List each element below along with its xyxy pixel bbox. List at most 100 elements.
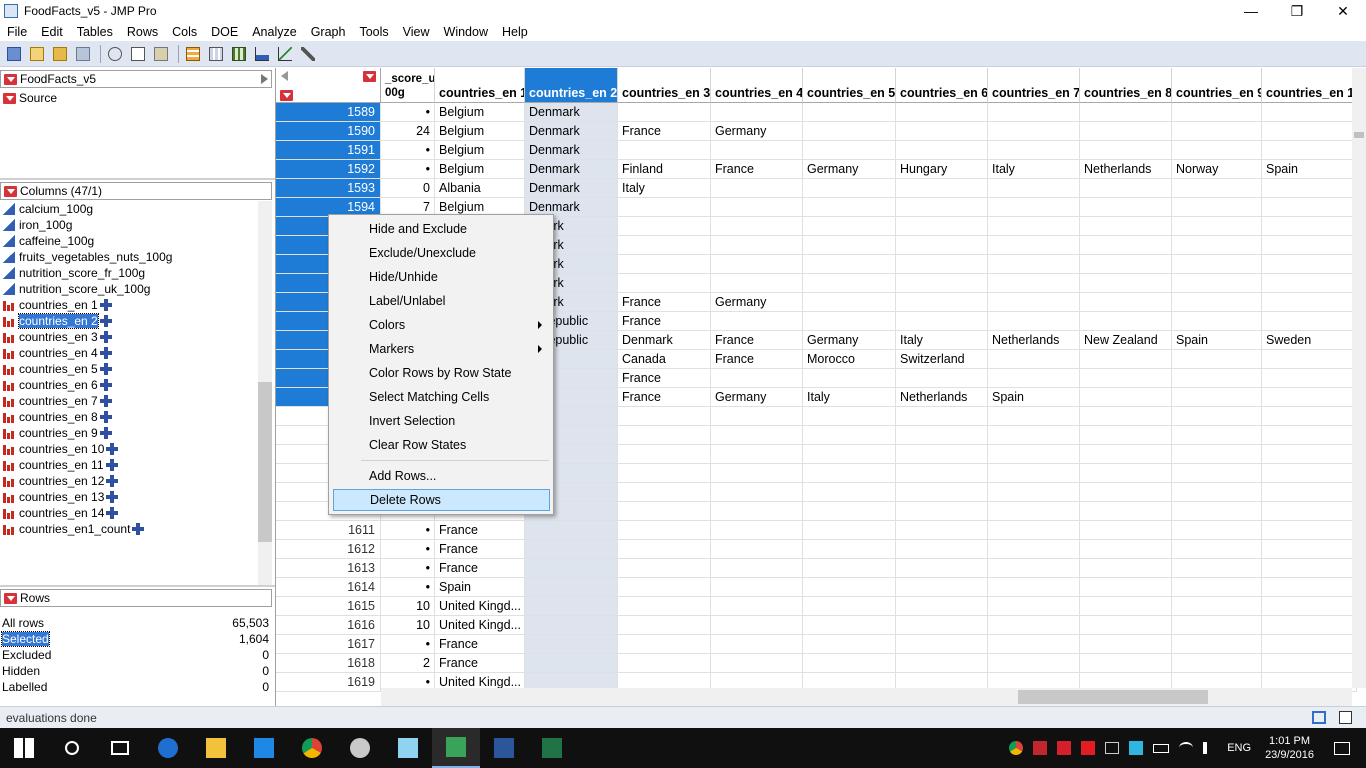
column-item[interactable]: countries_en 9	[0, 425, 258, 441]
table-cell[interactable]	[1262, 255, 1357, 274]
table-cell[interactable]: Belgium	[435, 141, 525, 160]
table-cell[interactable]: France	[618, 312, 711, 331]
table-cell[interactable]: •	[381, 540, 435, 559]
table-cell[interactable]: 24	[381, 122, 435, 141]
table-cell[interactable]	[618, 616, 711, 635]
table-cell[interactable]	[1262, 274, 1357, 293]
column-item[interactable]: iron_100g	[0, 217, 258, 233]
table-cell[interactable]: Denmark	[525, 160, 618, 179]
table-cell[interactable]	[1262, 407, 1357, 426]
left-arrow-icon[interactable]	[281, 71, 288, 81]
menu-cols[interactable]: Cols	[165, 25, 204, 39]
table-cell[interactable]	[1262, 179, 1357, 198]
table-cell[interactable]	[1080, 464, 1172, 483]
table-cell[interactable]	[988, 445, 1080, 464]
table-cell[interactable]	[1172, 635, 1262, 654]
menu-file[interactable]: File	[0, 25, 34, 39]
clock[interactable]: 1:01 PM 23/9/2016	[1265, 734, 1314, 762]
scrollbar-thumb[interactable]	[258, 382, 272, 542]
table-cell[interactable]	[711, 426, 803, 445]
table-panel-header[interactable]: FoodFacts_v5	[0, 70, 272, 88]
table-cell[interactable]: 10	[381, 597, 435, 616]
column-property-icon[interactable]	[99, 347, 112, 359]
table-cell[interactable]	[1172, 350, 1262, 369]
table-row[interactable]: 1614 • Spain	[276, 578, 1366, 597]
table-cell[interactable]	[1262, 426, 1357, 445]
table-cell[interactable]	[803, 274, 896, 293]
table-cell[interactable]	[1080, 198, 1172, 217]
context-menu-item[interactable]: Markers	[333, 338, 550, 360]
table-cell[interactable]	[618, 559, 711, 578]
table-cell[interactable]: France	[618, 122, 711, 141]
context-menu-item[interactable]: Select Matching Cells	[333, 386, 550, 408]
context-menu-item[interactable]: Hide/Unhide	[333, 266, 550, 288]
table-cell[interactable]	[803, 141, 896, 160]
table-cell[interactable]	[1080, 445, 1172, 464]
table-cell[interactable]: France	[711, 160, 803, 179]
table-cell[interactable]: France	[435, 635, 525, 654]
table-cell[interactable]	[1262, 483, 1357, 502]
table-cell[interactable]	[1262, 312, 1357, 331]
table-cell[interactable]	[1080, 635, 1172, 654]
table-cell[interactable]	[618, 141, 711, 160]
table-cell[interactable]	[803, 293, 896, 312]
minimize-button[interactable]: —	[1228, 0, 1274, 22]
table-cell[interactable]	[1080, 407, 1172, 426]
table-cell[interactable]	[988, 521, 1080, 540]
table-cell[interactable]	[711, 445, 803, 464]
table-cell[interactable]	[988, 312, 1080, 331]
menu-view[interactable]: View	[396, 25, 437, 39]
table-cell[interactable]	[988, 274, 1080, 293]
wifi-icon[interactable]	[1179, 742, 1194, 754]
table-cell[interactable]	[988, 103, 1080, 122]
column-header[interactable]: countries_en 3	[618, 68, 711, 103]
table-cell[interactable]	[1262, 141, 1357, 160]
column-header[interactable]: countries_en 1	[435, 68, 525, 103]
rows-summary-item[interactable]: Labelled 0	[0, 679, 272, 695]
table-cell[interactable]	[803, 445, 896, 464]
menu-doe[interactable]: DOE	[204, 25, 245, 39]
table-cell[interactable]: Germany	[803, 160, 896, 179]
table-cell[interactable]	[896, 122, 988, 141]
table-cell[interactable]	[896, 635, 988, 654]
table-cell[interactable]	[711, 540, 803, 559]
table-cell[interactable]	[711, 236, 803, 255]
table-cell[interactable]	[618, 635, 711, 654]
file-explorer-icon[interactable]	[192, 728, 240, 768]
table-cell[interactable]: •	[381, 103, 435, 122]
table-cell[interactable]	[711, 369, 803, 388]
cut-icon[interactable]	[105, 44, 125, 64]
row-number[interactable]: 1613	[276, 559, 381, 578]
table-cell[interactable]	[1172, 255, 1262, 274]
table-cell[interactable]	[1172, 312, 1262, 331]
rows-summary-item[interactable]: All rows 65,503	[0, 615, 272, 631]
maximize-button[interactable]: ❐	[1274, 0, 1320, 22]
column-property-icon[interactable]	[106, 507, 119, 519]
table-cell[interactable]	[1080, 369, 1172, 388]
column-property-icon[interactable]	[99, 379, 112, 391]
column-item[interactable]: caffeine_100g	[0, 233, 258, 249]
table-cell[interactable]	[1172, 274, 1262, 293]
table-cell[interactable]: Germany	[711, 293, 803, 312]
table-cell[interactable]	[1080, 521, 1172, 540]
column-header[interactable]: countries_en 5	[803, 68, 896, 103]
row-number[interactable]: 1593	[276, 179, 381, 198]
table-cell[interactable]: France	[435, 654, 525, 673]
column-header[interactable]: countries_en 7	[988, 68, 1080, 103]
search-icon[interactable]	[48, 728, 96, 768]
table-cell[interactable]: •	[381, 578, 435, 597]
row-number[interactable]: 1592	[276, 160, 381, 179]
distribution-icon[interactable]	[252, 44, 272, 64]
table-cell[interactable]: France	[711, 350, 803, 369]
table-cell[interactable]	[711, 179, 803, 198]
table-cell[interactable]	[1080, 274, 1172, 293]
horizontal-scrollbar[interactable]	[381, 688, 1352, 706]
table-cell[interactable]	[1172, 236, 1262, 255]
table-cell[interactable]	[803, 540, 896, 559]
context-menu-item[interactable]: Delete Rows	[333, 489, 550, 511]
column-header[interactable]: countries_en 8	[1080, 68, 1172, 103]
table-cell[interactable]: Albania	[435, 179, 525, 198]
columns-panel-header[interactable]: Columns (47/1)	[0, 182, 272, 200]
table-row[interactable]: 1591 • Belgium Denmark	[276, 141, 1366, 160]
close-button[interactable]: ✕	[1320, 0, 1366, 22]
